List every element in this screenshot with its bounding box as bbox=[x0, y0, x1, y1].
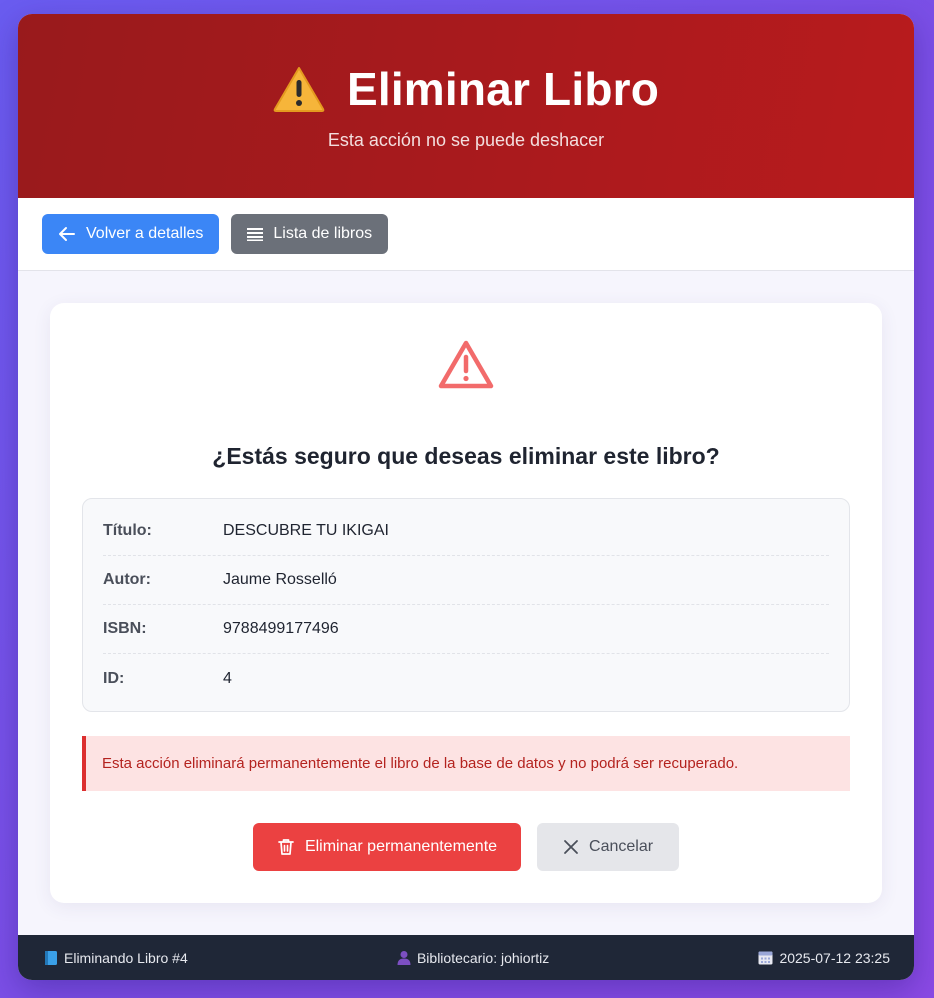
info-label: Autor: bbox=[103, 571, 151, 588]
info-label: ID: bbox=[103, 669, 125, 687]
main-content: ¿Estás seguro que deseas eliminar este l… bbox=[18, 271, 914, 903]
cancel-button[interactable]: Cancelar bbox=[537, 823, 680, 871]
confirm-actions: Eliminar permanentemente Cancelar bbox=[82, 823, 850, 871]
warning-emoji-icon bbox=[273, 67, 325, 112]
info-value-isbn: 9788499177496 bbox=[223, 620, 339, 637]
list-icon bbox=[247, 228, 264, 241]
book-info-box: Título: DESCUBRE TU IKIGAI Autor: Jaume … bbox=[82, 498, 850, 712]
info-label: Título: bbox=[103, 522, 152, 539]
status-footer: Eliminando Libro #4 Bibliotecario: johio… bbox=[18, 935, 914, 980]
danger-alert: Esta acción eliminará permanentemente el… bbox=[82, 736, 850, 791]
footer-left-text: Eliminando Libro #4 bbox=[64, 949, 188, 966]
book-list-label: Lista de libros bbox=[273, 225, 373, 242]
trash-icon bbox=[278, 839, 294, 855]
back-to-details-button[interactable]: Volver a detalles bbox=[42, 214, 220, 254]
footer-librarian: Bibliotecario: johiortiz bbox=[397, 950, 549, 966]
title-text: Eliminar Libro bbox=[346, 63, 660, 115]
back-to-details-label: Volver a detalles bbox=[86, 225, 204, 242]
info-value-title: DESCUBRE TU IKIGAI bbox=[223, 522, 389, 539]
book-icon bbox=[45, 950, 57, 965]
calendar-icon bbox=[758, 951, 773, 965]
arrow-left-icon bbox=[59, 227, 75, 241]
info-row-author: Autor: Jaume Rosselló bbox=[103, 556, 829, 605]
page-header: Eliminar Libro Esta acción no se puede d… bbox=[18, 14, 914, 198]
user-icon bbox=[397, 951, 411, 965]
delete-permanently-button[interactable]: Eliminar permanentemente bbox=[252, 823, 522, 871]
info-value-id: 4 bbox=[223, 669, 232, 687]
cancel-label: Cancelar bbox=[589, 838, 654, 855]
page-title: Eliminar Libro bbox=[18, 62, 914, 116]
warning-triangle-icon bbox=[438, 340, 494, 389]
confirm-question: ¿Estás seguro que deseas eliminar este l… bbox=[212, 443, 720, 469]
footer-current-action: Eliminando Libro #4 bbox=[44, 950, 188, 966]
info-label: ISBN: bbox=[103, 620, 147, 637]
info-row-id: ID: 4 bbox=[103, 654, 829, 703]
page-subtitle: Esta acción no se puede deshacer bbox=[327, 130, 605, 150]
footer-center-text: Bibliotecario: johiortiz bbox=[416, 949, 550, 966]
delete-permanently-label: Eliminar permanentemente bbox=[304, 838, 498, 855]
footer-right-text: 2025-07-12 23:25 bbox=[779, 949, 890, 966]
close-icon bbox=[564, 840, 578, 854]
info-value-author: Jaume Rosselló bbox=[223, 571, 337, 588]
confirm-card: ¿Estás seguro que deseas eliminar este l… bbox=[50, 303, 882, 903]
footer-datetime: 2025-07-12 23:25 bbox=[758, 950, 890, 966]
info-row-title: Título: DESCUBRE TU IKIGAI bbox=[103, 507, 829, 556]
app-window: Eliminar Libro Esta acción no se puede d… bbox=[18, 14, 914, 980]
info-row-isbn: ISBN: 9788499177496 bbox=[103, 605, 829, 654]
toolbar: Volver a detalles Lista de libros bbox=[18, 198, 914, 271]
book-list-button[interactable]: Lista de libros bbox=[231, 214, 389, 254]
warning-icon-wrapper bbox=[82, 339, 850, 391]
